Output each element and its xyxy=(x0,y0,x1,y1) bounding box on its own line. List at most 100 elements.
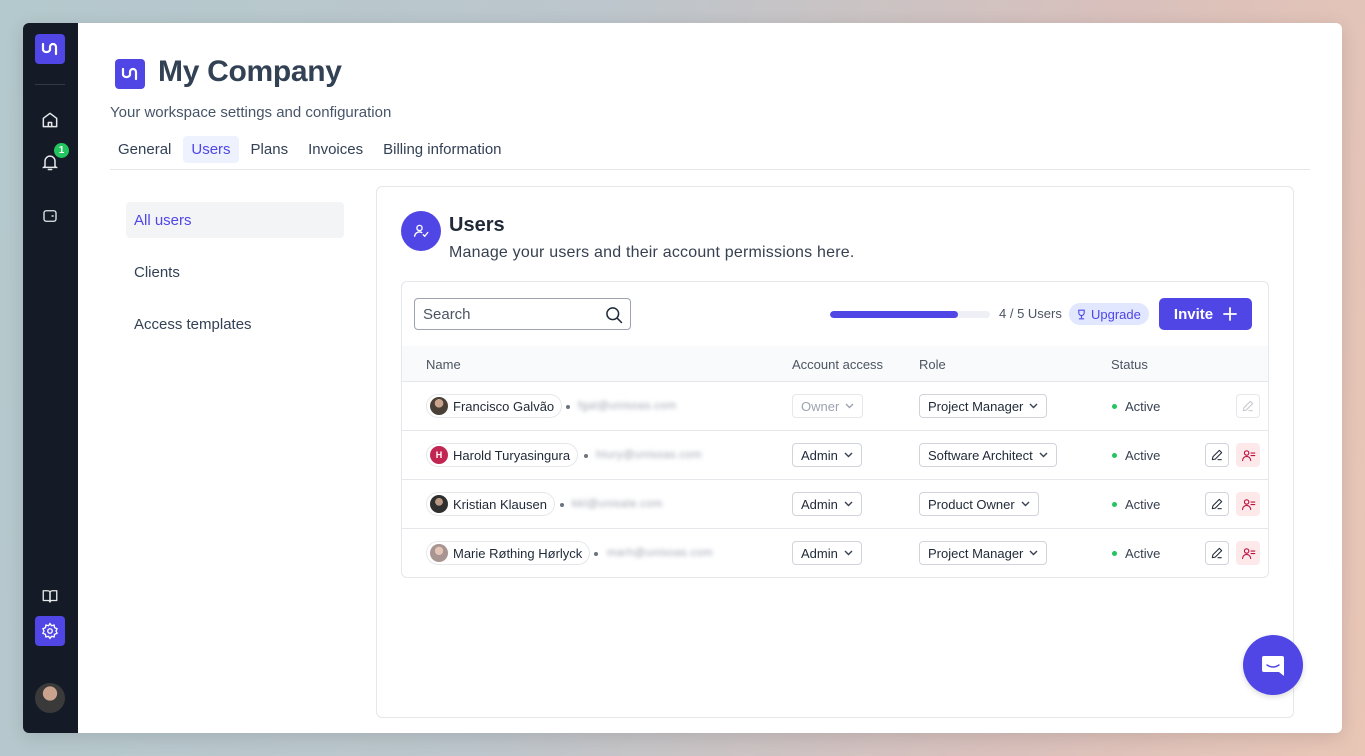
status-text: Active xyxy=(1125,546,1161,561)
user-name-pill[interactable]: Marie Røthing Hørlyck xyxy=(426,541,591,565)
role-select[interactable]: Project Manager xyxy=(919,394,1048,418)
chevron-down-icon xyxy=(1039,452,1048,458)
user-name-pill[interactable]: Francisco Galvão xyxy=(426,394,563,418)
home-icon[interactable] xyxy=(38,108,62,132)
company-logo-icon xyxy=(115,59,145,89)
users-subnav: All users Clients Access templates xyxy=(126,202,344,358)
edit-button[interactable] xyxy=(1205,541,1229,565)
chevron-down-icon xyxy=(1029,550,1038,556)
chevron-down-icon xyxy=(844,501,853,507)
separator-dot xyxy=(584,454,588,458)
status-dot xyxy=(1112,502,1117,507)
tab-bar: General Users Plans Invoices Billing inf… xyxy=(110,136,510,163)
subnav-clients[interactable]: Clients xyxy=(126,254,344,290)
account-access-value: Admin xyxy=(801,545,838,561)
edit-button[interactable] xyxy=(1205,443,1229,467)
separator-dot xyxy=(566,405,570,409)
search-box xyxy=(414,298,631,330)
wallet-icon[interactable] xyxy=(38,204,62,228)
usage-progress-fill xyxy=(830,311,958,318)
table-row: H Harold Turyasingura htury@unisoas.com … xyxy=(402,431,1268,480)
page-subtitle: Your workspace settings and configuratio… xyxy=(110,104,392,121)
status-dot xyxy=(1112,404,1117,409)
role-value: Project Manager xyxy=(928,545,1024,561)
remove-user-button[interactable] xyxy=(1236,492,1260,516)
user-name: Marie Røthing Hørlyck xyxy=(453,545,583,561)
edit-button[interactable] xyxy=(1205,492,1229,516)
status-dot xyxy=(1112,551,1117,556)
account-access-select[interactable]: Admin xyxy=(792,541,862,565)
remove-user-button[interactable] xyxy=(1236,443,1260,467)
users-count: 4 / 5 Users xyxy=(999,306,1062,321)
separator-dot xyxy=(594,552,598,556)
upgrade-label: Upgrade xyxy=(1091,306,1141,322)
user-email: marh@unisoas.com xyxy=(607,547,713,559)
panel-description: Manage your users and their account perm… xyxy=(449,244,855,261)
pencil-icon xyxy=(1242,400,1254,412)
status-badge: Active xyxy=(1112,448,1160,463)
user-email: kkl@unisale.com xyxy=(572,498,663,510)
status-badge: Active xyxy=(1112,399,1160,414)
role-select[interactable]: Project Manager xyxy=(919,541,1048,565)
chat-icon xyxy=(1262,656,1284,676)
tabs-divider xyxy=(110,169,1310,170)
table-row: Kristian Klausen kkl@unisale.com Admin P… xyxy=(402,480,1268,529)
role-value: Product Owner xyxy=(928,496,1015,512)
account-access-select[interactable]: Admin xyxy=(792,492,862,516)
account-access-value: Owner xyxy=(801,398,840,414)
account-access-value: Admin xyxy=(801,496,838,512)
remove-user-button[interactable] xyxy=(1236,541,1260,565)
avatar xyxy=(430,544,448,562)
chevron-down-icon xyxy=(1021,501,1030,507)
tab-general[interactable]: General xyxy=(110,136,179,163)
chevron-down-icon xyxy=(844,452,853,458)
tab-users[interactable]: Users xyxy=(183,136,239,163)
sidebar: 1 xyxy=(23,23,78,733)
invite-button[interactable]: Invite xyxy=(1159,298,1252,330)
search-icon[interactable] xyxy=(604,305,624,325)
account-access-select[interactable]: Admin xyxy=(792,443,862,467)
gear-icon[interactable] xyxy=(35,616,65,646)
user-remove-icon xyxy=(1241,498,1255,510)
upgrade-button[interactable]: Upgrade xyxy=(1069,303,1149,325)
tab-plans[interactable]: Plans xyxy=(243,136,297,163)
subnav-all-users[interactable]: All users xyxy=(126,202,344,238)
book-icon[interactable] xyxy=(38,584,62,608)
chevron-down-icon xyxy=(1029,403,1038,409)
role-value: Project Manager xyxy=(928,398,1024,414)
panel-title: Users xyxy=(449,214,505,236)
app-window: 1 My Company Your workspace settings and… xyxy=(23,23,1342,733)
users-table-card: 4 / 5 Users Upgrade Invite Name Account … xyxy=(401,281,1269,578)
column-header-status: Status xyxy=(1111,357,1148,372)
status-dot xyxy=(1112,453,1117,458)
tab-billing-information[interactable]: Billing information xyxy=(375,136,509,163)
user-avatar[interactable] xyxy=(35,683,65,713)
edit-button xyxy=(1236,394,1260,418)
avatar: H xyxy=(430,446,448,464)
page-title: My Company xyxy=(158,55,342,88)
user-name-pill[interactable]: H Harold Turyasingura xyxy=(426,443,579,467)
avatar xyxy=(430,397,448,415)
user-name-pill[interactable]: Kristian Klausen xyxy=(426,492,555,516)
subnav-access-templates[interactable]: Access templates xyxy=(126,306,344,342)
avatar xyxy=(430,495,448,513)
user-name: Kristian Klausen xyxy=(453,496,547,512)
user-remove-icon xyxy=(1241,547,1255,559)
search-input[interactable] xyxy=(415,300,595,328)
table-row: Francisco Galvão fgal@unisoas.com Owner … xyxy=(402,382,1268,431)
chevron-down-icon xyxy=(844,550,853,556)
invite-label: Invite xyxy=(1173,305,1214,323)
pencil-icon xyxy=(1211,498,1223,510)
column-header-role: Role xyxy=(919,357,946,372)
logo-icon[interactable] xyxy=(35,34,65,64)
tab-invoices[interactable]: Invoices xyxy=(300,136,371,163)
status-text: Active xyxy=(1125,399,1161,414)
chevron-down-icon xyxy=(845,403,854,409)
role-select[interactable]: Product Owner xyxy=(919,492,1039,516)
user-remove-icon xyxy=(1241,449,1255,461)
role-select[interactable]: Software Architect xyxy=(919,443,1057,467)
status-badge: Active xyxy=(1112,546,1160,561)
chat-support-button[interactable] xyxy=(1243,635,1303,695)
pencil-icon xyxy=(1211,547,1223,559)
separator-dot xyxy=(560,503,564,507)
